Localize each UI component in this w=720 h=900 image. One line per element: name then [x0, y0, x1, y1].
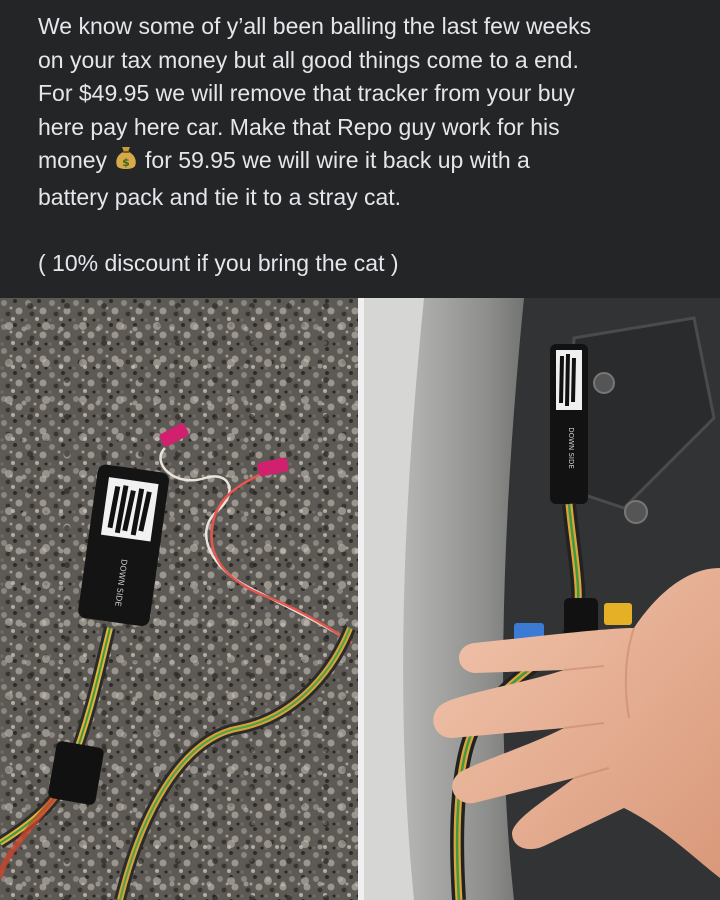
money-bag-icon: $ — [115, 145, 137, 181]
post-line-5: money $ for 59.95 we will wire it back up … — [38, 144, 700, 181]
svg-text:DOWN SIDE: DOWN SIDE — [567, 427, 575, 469]
post-line-7: ( 10% discount if you bring the cat ) — [38, 250, 399, 276]
post-text: We know some of y’all been balling the l… — [0, 0, 720, 298]
post-line-3: For $49.95 we will remove that tracker f… — [38, 80, 575, 106]
post-line-1: We know some of y’all been balling the l… — [38, 13, 592, 39]
photo-tracker-on-asphalt[interactable]: DOWN SIDE — [0, 298, 358, 900]
post-line-6: battery pack and tie it to a stray cat. — [38, 183, 402, 210]
post-line-5-end: for 59.95 we will wire it back up with a — [145, 147, 530, 173]
post-line-4: here pay here car. Make that Repo guy wo… — [38, 113, 560, 140]
post-line-5-start: money — [38, 147, 108, 173]
post-line-2: on your tax money but all good things co… — [38, 46, 579, 73]
photo-tracker-in-car-door[interactable]: DOWN SIDE — [364, 298, 720, 900]
social-post: We know some of y’all been balling the l… — [0, 0, 720, 900]
photo-grid: DOWN SIDE DOWN SIDE — [0, 298, 720, 900]
svg-text:$: $ — [122, 156, 130, 169]
